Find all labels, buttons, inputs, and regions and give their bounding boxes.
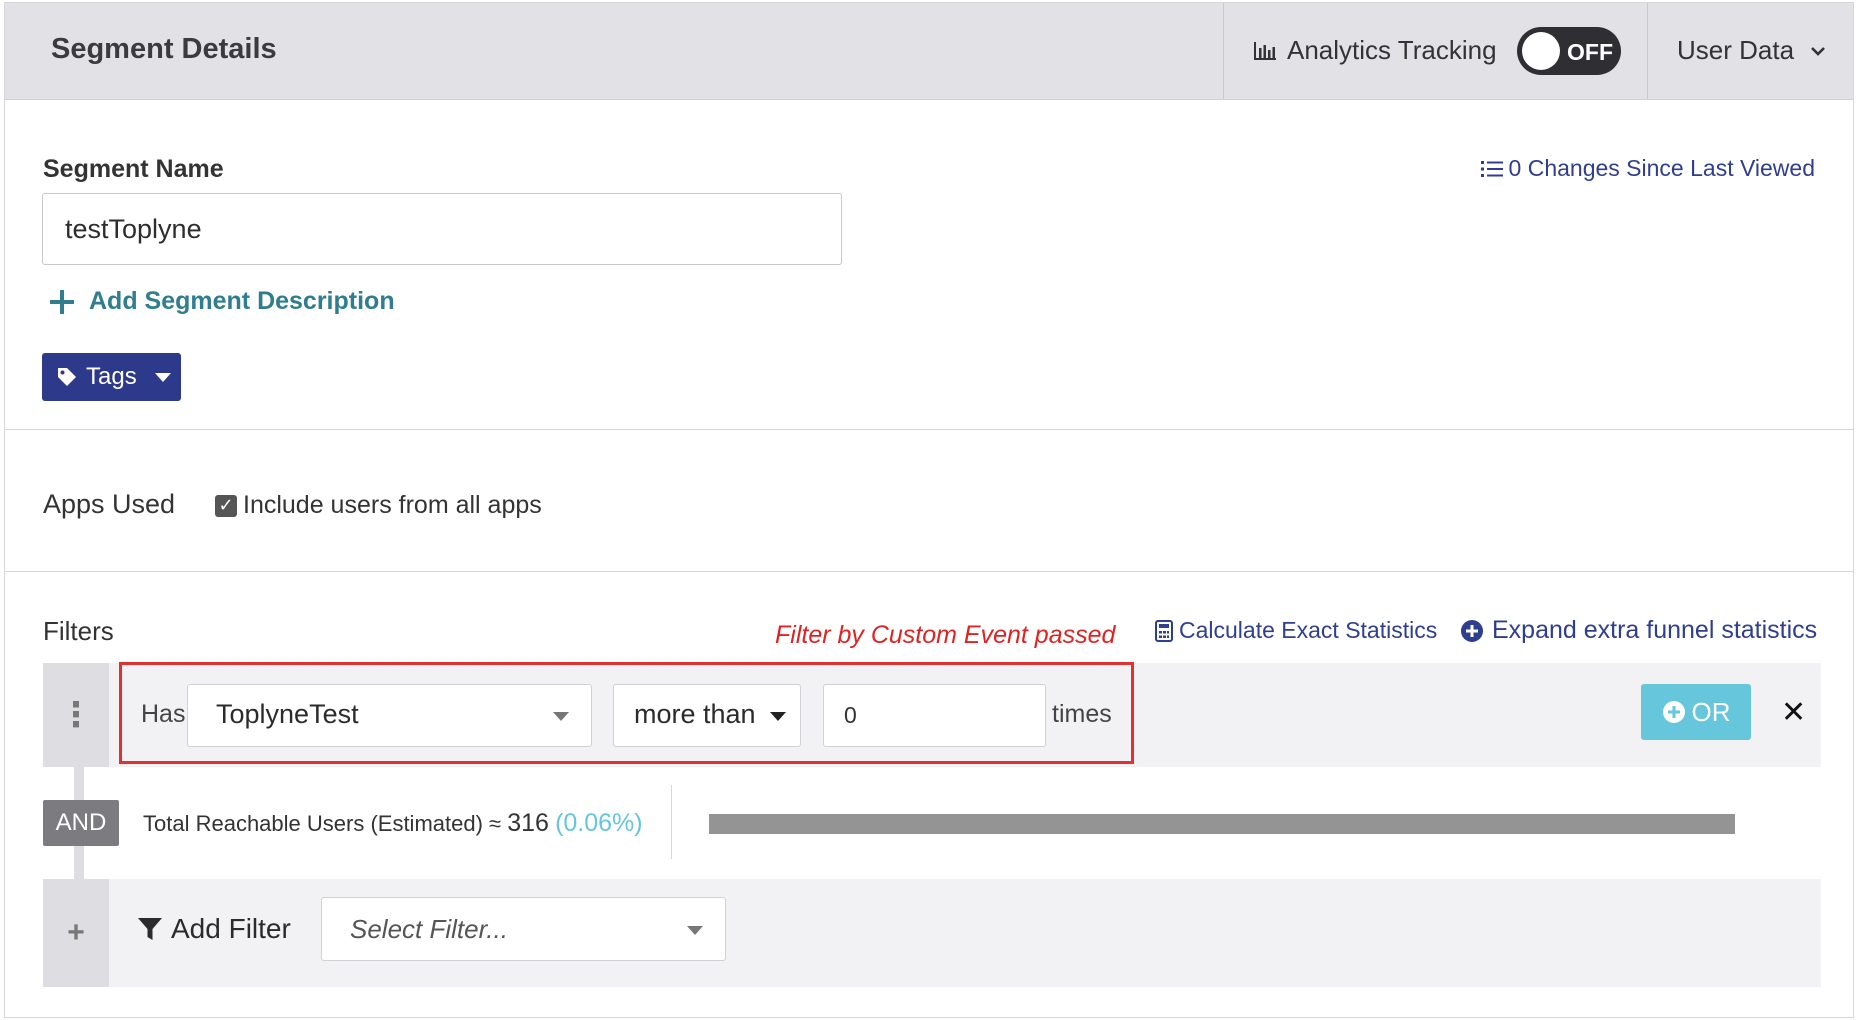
chevron-down-icon [1811, 46, 1825, 56]
connector-line [74, 767, 84, 801]
apps-used-label: Apps Used [43, 489, 176, 519]
segment-name-value: testToplyne [65, 214, 202, 244]
drag-handle-icon[interactable]: ⋮ [43, 663, 109, 767]
include-all-apps-checkbox[interactable]: ✓ Include users from all apps [215, 491, 542, 520]
calculator-icon [1155, 619, 1173, 642]
add-segment-description-label: Add Segment Description [89, 287, 395, 315]
changes-link[interactable]: 0 Changes Since Last Viewed [1480, 155, 1815, 182]
caret-down-icon [687, 926, 703, 935]
plus-icon [50, 289, 74, 314]
select-filter-placeholder: Select Filter... [350, 914, 508, 944]
or-button[interactable]: OR [1641, 684, 1751, 740]
plus-icon: + [43, 879, 109, 987]
plus-circle-icon [1461, 619, 1483, 642]
plus-circle-icon [1662, 701, 1685, 723]
header-bar: Segment Details Analytics Tracking OFF U… [5, 3, 1853, 100]
reachable-users-summary: Total Reachable Users (Estimated) ≈ 316 … [143, 809, 643, 838]
add-segment-description-button[interactable]: Add Segment Description [49, 287, 395, 316]
analytics-tracking-label: Analytics Tracking [1287, 35, 1497, 65]
segment-name-input[interactable]: testToplyne [42, 193, 842, 265]
connector-line [74, 845, 84, 879]
remove-filter-close-icon[interactable]: ✕ [1781, 695, 1806, 730]
bar-chart-icon [1254, 41, 1276, 60]
add-filter-text: Add Filter [171, 913, 291, 944]
filters-label: Filters [43, 616, 114, 646]
toggle-knob [1522, 32, 1560, 70]
caret-down-icon [154, 372, 171, 382]
vertical-divider [671, 785, 672, 859]
analytics-tracking: Analytics Tracking [1253, 35, 1497, 66]
changes-link-text: 0 Changes Since Last Viewed [1508, 155, 1815, 181]
segment-name-label: Segment Name [43, 155, 224, 183]
expand-funnel-statistics-link[interactable]: Expand extra funnel statistics [1460, 616, 1817, 645]
header-divider [1223, 3, 1224, 99]
user-data-label: User Data [1677, 35, 1795, 65]
list-icon [1480, 160, 1503, 177]
add-filter-row: + [43, 879, 1821, 987]
expand-funnel-statistics-text: Expand extra funnel statistics [1492, 616, 1818, 644]
include-all-apps-label: Include users from all apps [243, 491, 542, 519]
reachable-users-percent: (0.06%) [555, 809, 643, 837]
reachable-users-count: 316 [507, 809, 549, 837]
divider [5, 429, 1853, 430]
add-filter-label: Add Filter [137, 913, 291, 945]
user-data-dropdown[interactable]: User Data [1677, 35, 1826, 66]
toggle-state: OFF [1567, 39, 1613, 65]
tag-icon [58, 368, 76, 386]
calculate-exact-statistics-text: Calculate Exact Statistics [1179, 617, 1438, 643]
annotation-highlight-box [119, 662, 1134, 764]
reachable-users-label: Total Reachable Users (Estimated) ≈ [143, 811, 502, 836]
annotation-text: Filter by Custom Event passed [775, 621, 1116, 649]
tags-label: Tags [86, 363, 137, 390]
reachable-users-bar [709, 814, 1735, 834]
page-title: Segment Details [51, 33, 277, 65]
analytics-toggle[interactable]: OFF [1517, 27, 1621, 75]
checkmark-icon: ✓ [215, 494, 237, 517]
calculate-exact-statistics-link[interactable]: Calculate Exact Statistics [1155, 617, 1437, 644]
segment-details-panel: Segment Details Analytics Tracking OFF U… [4, 2, 1854, 1018]
funnel-icon [138, 918, 162, 940]
select-filter-dropdown[interactable]: Select Filter... [321, 897, 726, 961]
and-badge: AND [43, 800, 119, 846]
tags-dropdown-button[interactable]: Tags [42, 353, 181, 401]
divider [5, 571, 1853, 572]
or-button-label: OR [1691, 696, 1731, 727]
header-divider-2 [1647, 3, 1648, 99]
